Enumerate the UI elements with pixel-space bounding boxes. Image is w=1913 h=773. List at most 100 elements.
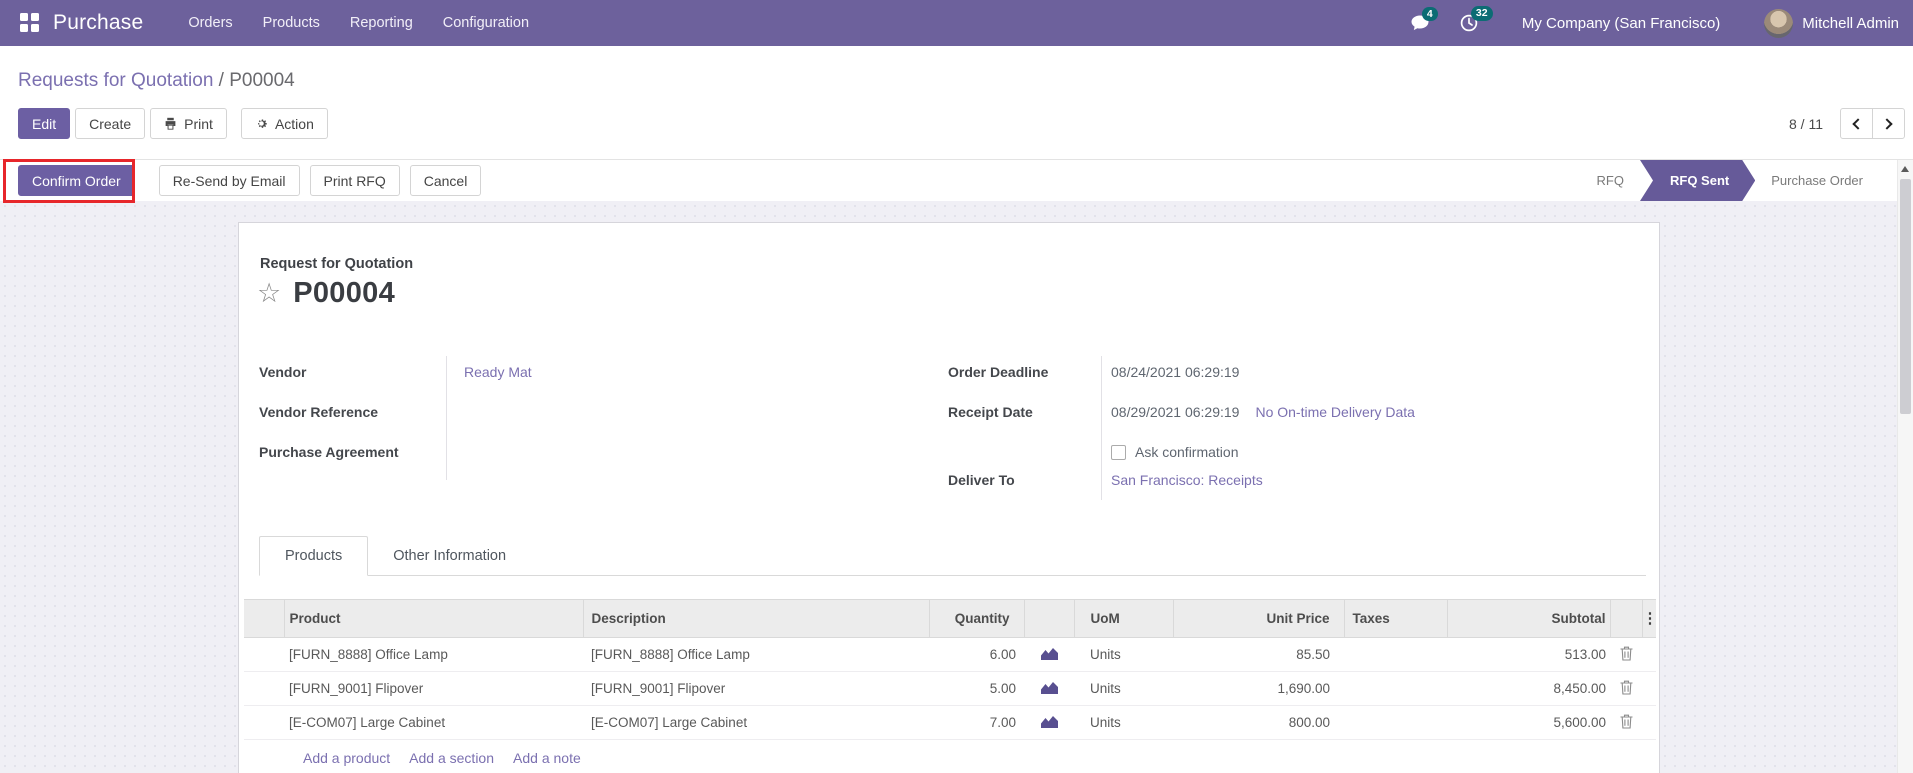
cell-uom[interactable]: Units xyxy=(1074,705,1173,740)
vertical-scrollbar[interactable] xyxy=(1897,160,1913,773)
cell-product[interactable]: [FURN_8888] Office Lamp xyxy=(284,637,583,672)
document-title-row: ☆ P00004 xyxy=(257,277,395,310)
tab-other-information[interactable]: Other Information xyxy=(368,536,531,575)
chevron-right-icon xyxy=(1881,117,1893,130)
field-receipt-date: Receipt Date 08/29/2021 06:29:19 No On-t… xyxy=(948,394,1648,434)
trash-icon[interactable] xyxy=(1620,680,1633,695)
field-order-deadline: Order Deadline 08/24/2021 06:29:19 xyxy=(948,354,1648,394)
cell-unit-price[interactable]: 800.00 xyxy=(1173,705,1344,740)
user-menu[interactable]: Mitchell Admin xyxy=(1802,15,1899,32)
area-chart-icon[interactable] xyxy=(1040,646,1059,661)
optional-columns-toggle[interactable]: ⋮ xyxy=(1641,599,1658,638)
deliver-to-label: Deliver To xyxy=(948,472,1015,488)
cell-description[interactable]: [FURN_8888] Office Lamp xyxy=(583,637,929,672)
header-uom: UoM xyxy=(1073,599,1174,638)
form-statusbar-row: Confirm Order Re-Send by Email Print RFQ… xyxy=(0,160,1913,201)
company-switcher[interactable]: My Company (San Francisco) xyxy=(1522,15,1720,32)
header-delete xyxy=(1609,599,1643,638)
star-icon[interactable]: ☆ xyxy=(257,280,281,307)
cell-taxes[interactable] xyxy=(1344,671,1447,706)
tab-products[interactable]: Products xyxy=(259,536,369,576)
table-header-row: Product Description Quantity UoM Unit Pr… xyxy=(244,599,1658,638)
cell-taxes[interactable] xyxy=(1344,637,1447,672)
cell-subtotal[interactable]: 513.00 xyxy=(1447,637,1610,672)
field-purchase-agreement: Purchase Agreement xyxy=(259,434,679,474)
cell-uom[interactable]: Units xyxy=(1074,671,1173,706)
edit-button[interactable]: Edit xyxy=(18,108,71,139)
scrollbar-thumb[interactable] xyxy=(1900,179,1911,414)
main-menu: Orders Products Reporting Configuration xyxy=(173,0,544,46)
cell-subtotal[interactable]: 5,600.00 xyxy=(1447,705,1610,740)
cell-quantity[interactable]: 7.00 xyxy=(929,705,1024,740)
print-rfq-button[interactable]: Print RFQ xyxy=(309,165,400,196)
pager-previous-button[interactable] xyxy=(1840,108,1873,139)
print-button[interactable]: Print xyxy=(150,108,227,139)
confirm-order-button[interactable]: Confirm Order xyxy=(18,165,135,196)
status-step-rfq[interactable]: RFQ xyxy=(1581,160,1640,201)
cell-unit-price[interactable]: 85.50 xyxy=(1173,637,1344,672)
menu-orders[interactable]: Orders xyxy=(173,0,247,46)
user-avatar[interactable] xyxy=(1764,8,1794,38)
cell-taxes[interactable] xyxy=(1344,705,1447,740)
status-step-purchase-order[interactable]: Purchase Order xyxy=(1755,160,1879,201)
cell-product[interactable]: [E-COM07] Large Cabinet xyxy=(284,705,583,740)
cell-unit-price[interactable]: 1,690.00 xyxy=(1173,671,1344,706)
notebook-tabs: Products Other Information xyxy=(259,536,1646,576)
cell-quantity[interactable]: 6.00 xyxy=(929,637,1024,672)
order-deadline-value: 08/24/2021 06:29:19 xyxy=(1111,364,1240,380)
scrollbar-up-arrow-icon[interactable] xyxy=(1901,166,1909,172)
cell-product[interactable]: [FURN_9001] Flipover xyxy=(284,671,583,706)
cell-description[interactable]: [FURN_9001] Flipover xyxy=(583,671,929,706)
app-name[interactable]: Purchase xyxy=(53,11,143,35)
header-forecast xyxy=(1023,599,1075,638)
breadcrumb-parent[interactable]: Requests for Quotation xyxy=(18,70,213,91)
line-add-links: Add a product Add a section Add a note xyxy=(244,740,1656,766)
field-vendor-reference: Vendor Reference xyxy=(259,394,679,434)
pager-next-button[interactable] xyxy=(1872,108,1905,139)
action-button[interactable]: Action xyxy=(240,108,328,139)
order-line-row[interactable]: [E-COM07] Large Cabinet [E-COM07] Large … xyxy=(244,705,1656,740)
statusbar: RFQ RFQ Sent Purchase Order xyxy=(1581,160,1879,201)
activities-button[interactable]: 32 xyxy=(1460,6,1493,32)
activities-badge: 32 xyxy=(1470,6,1493,21)
header-handle xyxy=(244,599,285,638)
on-time-delivery-link[interactable]: No On-time Delivery Data xyxy=(1255,404,1415,420)
order-lines-table: Product Description Quantity UoM Unit Pr… xyxy=(244,599,1658,740)
top-navbar: Purchase Orders Products Reporting Confi… xyxy=(0,0,1913,46)
ask-confirmation-checkbox[interactable] xyxy=(1111,445,1126,460)
order-line-row[interactable]: [FURN_9001] Flipover [FURN_9001] Flipove… xyxy=(244,671,1656,706)
field-group-right: Order Deadline 08/24/2021 06:29:19 Recei… xyxy=(948,354,1648,500)
cell-uom[interactable]: Units xyxy=(1074,637,1173,672)
cell-quantity[interactable]: 5.00 xyxy=(929,671,1024,706)
chevron-left-icon xyxy=(1852,117,1864,130)
menu-configuration[interactable]: Configuration xyxy=(428,0,544,46)
vendor-reference-value xyxy=(446,394,464,434)
deliver-to-value-link[interactable]: San Francisco: Receipts xyxy=(1111,472,1263,488)
order-line-row[interactable]: [FURN_8888] Office Lamp [FURN_8888] Offi… xyxy=(244,637,1656,672)
add-a-section-link[interactable]: Add a section xyxy=(409,750,494,766)
field-ask-confirmation: Ask confirmation xyxy=(948,434,1648,466)
menu-reporting[interactable]: Reporting xyxy=(335,0,428,46)
vendor-value-link[interactable]: Ready Mat xyxy=(464,364,532,380)
add-a-note-link[interactable]: Add a note xyxy=(513,750,581,766)
apps-grid-icon[interactable] xyxy=(20,13,40,33)
messages-badge: 4 xyxy=(1421,6,1438,21)
cancel-button[interactable]: Cancel xyxy=(409,165,482,196)
cell-subtotal[interactable]: 8,450.00 xyxy=(1447,671,1610,706)
area-chart-icon[interactable] xyxy=(1040,714,1059,729)
trash-icon[interactable] xyxy=(1620,646,1633,661)
messages-button[interactable]: 4 xyxy=(1411,6,1438,32)
printer-icon xyxy=(164,117,177,130)
purchase-agreement-label: Purchase Agreement xyxy=(259,444,399,460)
add-a-product-link[interactable]: Add a product xyxy=(303,750,390,766)
field-vendor: Vendor Ready Mat xyxy=(259,354,679,394)
menu-products[interactable]: Products xyxy=(248,0,335,46)
create-button[interactable]: Create xyxy=(75,108,146,139)
area-chart-icon[interactable] xyxy=(1040,680,1059,695)
breadcrumb: Requests for Quotation / P00004 xyxy=(18,70,295,91)
vendor-label: Vendor xyxy=(259,364,307,380)
trash-icon[interactable] xyxy=(1620,714,1633,729)
cell-description[interactable]: [E-COM07] Large Cabinet xyxy=(583,705,929,740)
status-step-rfq-sent[interactable]: RFQ Sent xyxy=(1640,160,1755,201)
resend-by-email-button[interactable]: Re-Send by Email xyxy=(158,165,300,196)
